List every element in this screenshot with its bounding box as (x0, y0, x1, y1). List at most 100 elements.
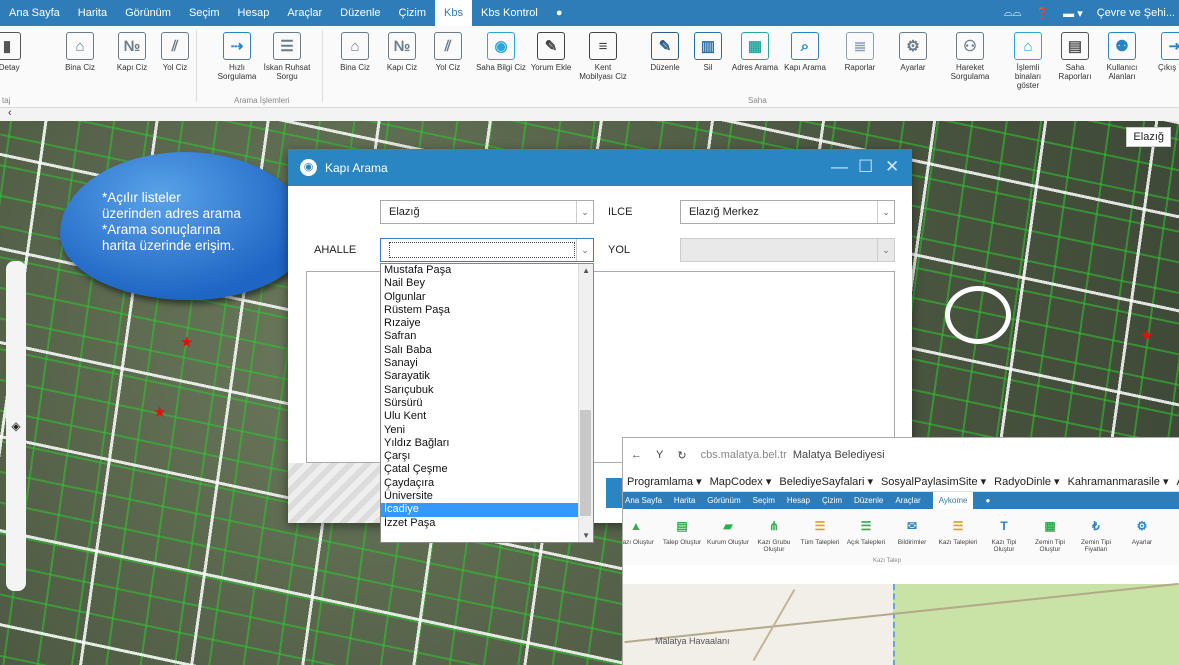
browser-map[interactable]: Malatya Havaalanı (623, 582, 1179, 665)
dropdown-scrollbar[interactable]: ▲ ▼ (578, 264, 593, 542)
ribbon-button[interactable]: ≣ Raporlar (835, 32, 885, 72)
dropdown-option[interactable]: Sanayi (381, 357, 593, 370)
menu-item[interactable]: Kbs Kontrol (472, 0, 547, 26)
ribbon-button[interactable]: ⇢ Hızlı Sorgulama (212, 32, 262, 81)
favorite-link[interactable]: RadyoDinle ▾ (994, 475, 1059, 488)
dropdown-option[interactable]: Sarıçubuk (381, 384, 593, 397)
marker-star-icon[interactable]: ★ (1140, 326, 1153, 344)
address-bar[interactable]: ← Y ↻ cbs.malatya.bel.tr Malatya Belediy… (623, 438, 1179, 472)
ribbon-button[interactable]: ⚇ Hareket Sorgulama (945, 32, 995, 81)
ribbon-button[interactable]: ◉ Saha Bilgi Ciz (476, 32, 526, 72)
menu-item[interactable]: Görünüm (116, 0, 180, 26)
browser-ribbon-button[interactable]: ▰ Kurum Oluştur (705, 516, 751, 547)
ribbon-button[interactable]: № Kapı Ciz (377, 32, 427, 72)
browser-menu-item[interactable]: Görünüm (707, 496, 740, 505)
dropdown-option[interactable]: Çaydaçıra (381, 477, 593, 490)
dropdown-option[interactable]: Üniversite (381, 490, 593, 503)
chevron-down-icon[interactable]: ⌄ (576, 239, 593, 261)
back-icon[interactable]: ← (631, 449, 642, 461)
browser-ribbon-button[interactable]: ▲ Kazı Oluştur (623, 516, 659, 547)
dropdown-option[interactable]: Olgunlar (381, 291, 593, 304)
il-select[interactable]: Elazığ ⌄ (380, 200, 594, 224)
browser-menu-item[interactable]: Ana Sayfa (625, 496, 662, 505)
chevron-down-icon[interactable]: ⌄ (877, 239, 894, 261)
browser-menu-item[interactable]: Düzenle (854, 496, 883, 505)
browser-ribbon-button[interactable]: ⋔ Kazı Grubu Oluştur (751, 516, 797, 554)
ribbon-button[interactable]: ⌂ İşlemli binaları göster (1003, 32, 1053, 90)
menu-item[interactable]: Ana Sayfa (0, 0, 69, 26)
ribbon-button[interactable]: ⚙ Ayarlar (888, 32, 938, 72)
browser-ribbon-button[interactable]: ☰ Açık Talepleri (843, 516, 889, 547)
ribbon-button[interactable]: ⌕ Kapı Arama (780, 32, 830, 72)
dropdown-option[interactable]: Ulu Kent (381, 410, 593, 423)
dropdown-option[interactable]: Çatal Çeşme (381, 463, 593, 476)
dropdown-option[interactable]: Sürsürü (381, 397, 593, 410)
ribbon-button[interactable]: ▦ Adres Arama (730, 32, 780, 72)
browser-menu-item[interactable]: Harita (674, 496, 695, 505)
chevron-down-icon[interactable]: ⌄ (576, 201, 593, 223)
ribbon-button[interactable]: ⌂ Bina Ciz (55, 32, 105, 72)
mahalle-select[interactable]: ⌄ (380, 238, 594, 262)
menu-item[interactable]: Düzenle (331, 0, 389, 26)
help-icon[interactable]: ❓ (1035, 7, 1049, 20)
ribbon-button[interactable]: ▥ Sil (683, 32, 733, 72)
mahalle-dropdown-list[interactable]: Mustafa Paşa Nail Bey Olgunlar Rüstem Paşa R… (380, 263, 594, 543)
ribbon-button[interactable]: ▮ ı Detay (0, 32, 32, 72)
ribbon-button[interactable]: ⚉ Kullanıcı Alanları (1097, 32, 1147, 81)
menu-item[interactable]: Harita (69, 0, 116, 26)
browser-menu-item[interactable]: Hesap (787, 496, 810, 505)
refresh-icon[interactable]: ↻ (677, 449, 686, 462)
favorite-link[interactable]: SosyalPaylasimSite ▾ (881, 475, 986, 488)
ilce-select[interactable]: Elazığ Merkez ⌄ (680, 200, 895, 224)
chevron-down-icon[interactable]: ⌄ (877, 201, 894, 223)
browser-menu-item[interactable]: Araçlar (895, 496, 920, 505)
close-icon[interactable]: ✕ (885, 157, 899, 177)
browser-ribbon-button[interactable]: T Kazı Tipi Oluştur (981, 516, 1027, 554)
dropdown-option[interactable]: Safran (381, 330, 593, 343)
scroll-down-icon[interactable]: ▼ (582, 531, 590, 540)
browser-menu-item[interactable]: Aykome (932, 492, 974, 509)
browser-ribbon-button[interactable]: ₺ Zemin Tipi Fiyatları (1073, 516, 1119, 554)
browser-menu-item[interactable]: Çizim (822, 496, 842, 505)
ribbon-button[interactable]: ⇥ Çıkış Yap (1150, 32, 1179, 72)
marker-star-icon[interactable]: ★ (180, 333, 193, 351)
ribbon-button[interactable]: ☰ İskan Ruhsat Sorgu (262, 32, 312, 81)
user-name[interactable]: Çevre ve Şehi... (1097, 7, 1175, 19)
menu-item[interactable]: Kbs (435, 0, 472, 26)
glasses-icon[interactable]: ⌓⌓ (1004, 7, 1021, 20)
scroll-up-icon[interactable]: ▲ (582, 266, 590, 275)
dropdown-option[interactable]: Rüstem Paşa (381, 304, 593, 317)
browser-ribbon-button[interactable]: ▦ Zemin Tipi Oluştur (1027, 516, 1073, 554)
settings-dot-icon[interactable]: ● (985, 496, 990, 505)
favorite-link[interactable]: BelediyeSayfalari ▾ (779, 475, 873, 488)
ribbon-button[interactable]: ⫽ Yol Ciz (150, 32, 200, 72)
browser-ribbon-button[interactable]: ☰ Kazı Talepleri (935, 516, 981, 547)
ribbon-button[interactable]: ⫽ Yol Ciz (423, 32, 473, 72)
minimize-icon[interactable]: — (831, 157, 848, 177)
url-text[interactable]: cbs.malatya.bel.tr (701, 449, 787, 461)
dropdown-option[interactable]: Yeni (381, 424, 593, 437)
chevron-left-icon[interactable]: ‹ (8, 107, 12, 119)
dropdown-option[interactable]: Yıldız Bağları (381, 437, 593, 450)
favorite-link[interactable]: Programlama ▾ (627, 475, 702, 488)
browser-menu-item[interactable]: Seçim (753, 496, 775, 505)
ribbon-button[interactable]: ▤ Saha Raporları (1050, 32, 1100, 81)
scrollbar-thumb[interactable] (580, 410, 591, 516)
menu-item[interactable]: Hesap (229, 0, 279, 26)
marker-star-icon[interactable]: ★ (153, 403, 166, 421)
maximize-icon[interactable]: ☐ (858, 157, 873, 177)
dropdown-option[interactable]: İzzet Paşa (381, 517, 593, 530)
dropdown-option[interactable]: Sarayatik (381, 370, 593, 383)
browser-ribbon-button[interactable]: ▤ Talep Oluştur (659, 516, 705, 547)
menu-item[interactable]: Çizim (390, 0, 436, 26)
dropdown-option[interactable]: Rızaiye (381, 317, 593, 330)
dropdown-option[interactable]: Mustafa Paşa (381, 264, 593, 277)
browser-ribbon-button[interactable]: ✉ Bildirimler (889, 516, 935, 547)
dropdown-option[interactable]: Salı Baba (381, 344, 593, 357)
browser-ribbon-button[interactable]: ⚙ Ayarlar (1119, 516, 1165, 547)
menu-item[interactable]: Seçim (180, 0, 229, 26)
ribbon-collapse-bar[interactable]: ‹ (0, 108, 1179, 121)
ribbon-button[interactable]: ✎ Yorum Ekle (526, 32, 576, 72)
dropdown-option[interactable]: Çarşı (381, 450, 593, 463)
ribbon-button[interactable]: ≡ Kent Mobilyası Ciz (578, 32, 628, 81)
